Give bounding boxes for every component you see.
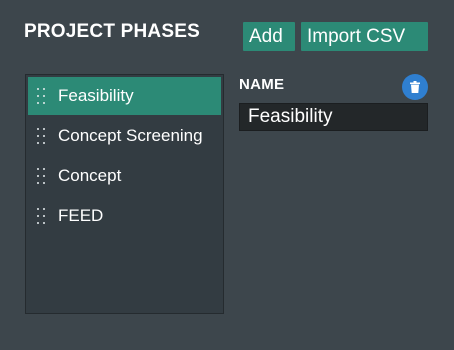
drag-handle-icon[interactable] [37,88,45,104]
drag-handle-icon[interactable] [37,208,45,224]
trash-icon [410,81,420,93]
drag-handle-icon[interactable] [37,168,45,184]
phase-list-item-feed[interactable]: FEED [28,197,221,235]
phase-label: Feasibility [58,86,134,105]
phase-label: FEED [58,206,104,225]
drag-handle-icon[interactable] [37,128,45,144]
add-button[interactable]: Add [243,22,295,51]
panel-title: PROJECT PHASES [24,21,200,42]
phase-label: Concept Screening [58,126,203,145]
phase-list-item-concept-screening[interactable]: Concept Screening [28,117,221,155]
name-field-label: NAME [239,76,285,93]
project-phases-panel: PROJECT PHASES Add Import CSV Feasibilit… [0,0,454,350]
phase-list-item-feasibility[interactable]: Feasibility [28,77,221,115]
phase-list: Feasibility Concept Screening Concept FE… [25,74,224,314]
import-csv-button[interactable]: Import CSV [301,22,428,51]
delete-phase-button[interactable] [402,74,428,100]
name-input[interactable] [239,103,428,131]
phase-label: Concept [58,166,122,185]
phase-list-item-concept[interactable]: Concept [28,157,221,195]
